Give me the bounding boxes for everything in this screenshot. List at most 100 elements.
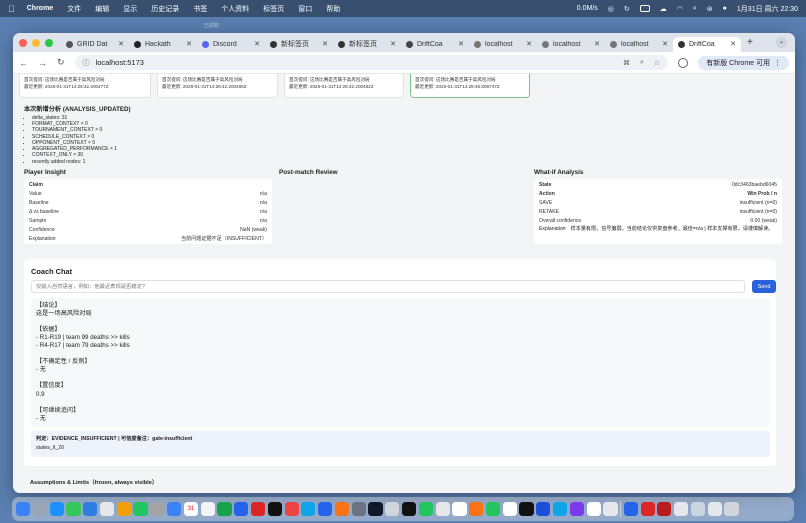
terminal-icon[interactable] [401, 501, 417, 517]
bookmark-star-icon[interactable]: ☆ [654, 59, 660, 67]
history-card-selected[interactable]: 首次提问: 这场比赛是否属于高风险对局 最近更新: 2026-01-31T14:… [410, 74, 530, 98]
coach-chat-input[interactable] [31, 280, 745, 293]
trash-icon[interactable] [724, 501, 739, 517]
menu-history[interactable]: 历史记录 [151, 4, 179, 14]
menu-edit[interactable]: 编辑 [95, 4, 109, 14]
tab-6[interactable]: localhost ✕ [469, 37, 537, 52]
send-button[interactable]: Send [752, 280, 776, 293]
app-icon[interactable] [502, 501, 517, 517]
tv-icon[interactable] [267, 501, 282, 517]
apple-icon[interactable] [519, 501, 534, 517]
app-store-icon[interactable] [301, 501, 316, 517]
menu-window[interactable]: 窗口 [298, 4, 312, 14]
close-tab-icon[interactable]: ✕ [118, 40, 124, 48]
close-tab-icon[interactable]: ✕ [254, 40, 260, 48]
keynote-icon[interactable] [234, 501, 249, 517]
app-icon[interactable] [553, 501, 568, 517]
profile-avatar[interactable] [678, 57, 689, 68]
xcode-icon[interactable] [318, 501, 333, 517]
chatgpt-icon[interactable] [435, 501, 450, 517]
messages-icon[interactable] [66, 501, 81, 517]
tab-search-chevron-icon[interactable]: ⌄ [776, 37, 787, 48]
close-window-icon[interactable] [19, 38, 27, 47]
reload-icon[interactable]: ↻ [57, 57, 65, 68]
app-icon[interactable] [569, 501, 584, 517]
wifi-icon[interactable]: ◠ [677, 5, 683, 13]
new-tab-icon[interactable]: + [747, 37, 753, 48]
history-card[interactable]: 首次提问: 这场比赛是否属于高风险对局 最近更新: 2026-01-31T14:… [284, 74, 404, 98]
app-icon[interactable] [640, 501, 655, 517]
chrome-icon[interactable] [586, 501, 601, 517]
clock[interactable]: 1月31日 周六 22:30 [737, 4, 798, 14]
finder-icon[interactable] [16, 501, 31, 517]
menu-help[interactable]: 帮助 [326, 4, 340, 14]
maximize-window-icon[interactable] [45, 38, 53, 47]
address-bar[interactable]: ⓘ localhost:5173 ⌘ ⌕ ☆ [74, 55, 669, 70]
app-icon[interactable] [167, 501, 182, 517]
forward-icon[interactable]: → [38, 58, 47, 68]
menu-profiles[interactable]: 个人资料 [221, 4, 249, 14]
settings-icon[interactable] [351, 501, 366, 517]
app-icon[interactable] [603, 501, 618, 517]
vscode-icon[interactable] [623, 501, 638, 517]
close-tab-icon[interactable]: ✕ [526, 40, 532, 48]
minimize-window-icon[interactable] [32, 38, 40, 47]
downloads-icon[interactable] [690, 501, 706, 517]
grid-app-icon[interactable] [418, 501, 433, 517]
close-tab-icon[interactable]: ✕ [594, 40, 600, 48]
translate-icon[interactable]: ⌘ [623, 59, 630, 67]
photos-icon[interactable] [116, 501, 131, 517]
pages-icon[interactable] [334, 501, 350, 517]
tab-9-active[interactable]: DriftCoa ✕ [673, 36, 741, 52]
close-tab-icon[interactable]: ✕ [730, 40, 736, 48]
numbers-icon[interactable] [217, 501, 232, 517]
wechat-icon[interactable] [485, 501, 501, 517]
display-icon[interactable] [639, 5, 650, 12]
mail-icon[interactable] [83, 501, 98, 517]
apple-menu-icon[interactable]:  [8, 4, 15, 14]
activity-icon[interactable]: ◎ [608, 5, 614, 13]
more-menu-icon[interactable]: ⋮ [774, 59, 781, 67]
cloud-icon[interactable]: ☁ [660, 5, 667, 13]
tab-4[interactable]: 新标签页 ✕ [333, 37, 401, 52]
history-card[interactable]: 首次提问: 这场比赛是否属于高风险对局 最近更新: 2026-01-31T14:… [19, 74, 151, 98]
launchpad-icon[interactable] [32, 501, 47, 517]
tab-0[interactable]: GRID Dat ✕ [61, 37, 129, 52]
preview-icon[interactable] [385, 501, 400, 517]
tab-1[interactable]: Hackath ✕ [129, 37, 197, 52]
siri-icon[interactable]: ● [723, 5, 727, 12]
sync-icon[interactable]: ↻ [624, 5, 630, 13]
facetime-icon[interactable] [133, 501, 148, 517]
close-tab-icon[interactable]: ✕ [322, 40, 328, 48]
menu-bookmarks[interactable]: 书签 [193, 4, 207, 14]
app-icon[interactable] [368, 501, 383, 517]
close-tab-icon[interactable]: ✕ [662, 40, 668, 48]
app-icon[interactable] [707, 501, 722, 517]
app-icon[interactable] [674, 501, 689, 517]
close-tab-icon[interactable]: ✕ [458, 40, 464, 48]
music-icon[interactable] [284, 501, 299, 517]
app-icon[interactable] [452, 501, 467, 517]
menu-tabs[interactable]: 标签页 [263, 4, 284, 14]
history-card[interactable]: 首次提问: 这场比赛是否属于高风险对局 最近更新: 2026-01-31T14:… [157, 74, 278, 98]
zoom-icon[interactable]: ⌕ [640, 59, 644, 67]
app-icon[interactable] [657, 501, 672, 517]
app-icon[interactable] [250, 501, 266, 517]
maps-icon[interactable] [99, 501, 115, 517]
claude-icon[interactable] [469, 501, 484, 517]
contacts-icon[interactable] [150, 501, 165, 517]
close-tab-icon[interactable]: ✕ [390, 40, 396, 48]
app-icon[interactable] [536, 501, 551, 517]
tab-5[interactable]: DriftCoa ✕ [401, 37, 469, 52]
site-info-icon[interactable]: ⓘ [83, 58, 90, 68]
menu-app-name[interactable]: Chrome [27, 5, 53, 12]
safari-icon[interactable] [49, 501, 64, 517]
tab-3[interactable]: 新标签页 ✕ [265, 37, 333, 52]
menu-view[interactable]: 显示 [123, 4, 137, 14]
back-icon[interactable]: ← [19, 58, 28, 68]
close-tab-icon[interactable]: ✕ [186, 40, 192, 48]
tab-2[interactable]: Discord ✕ [197, 37, 265, 52]
calendar-icon[interactable]: 31 [183, 501, 198, 517]
tab-7[interactable]: localhost ✕ [537, 37, 605, 52]
control-center-icon[interactable]: ⊜ [707, 5, 713, 13]
